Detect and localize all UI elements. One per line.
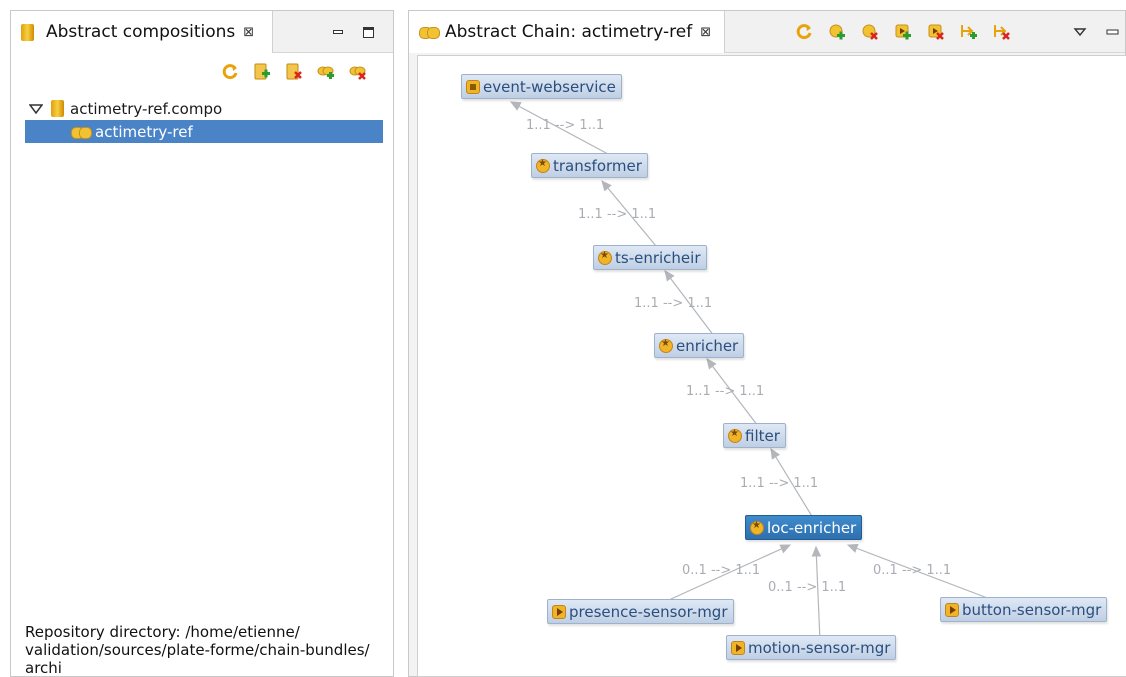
node-ts-enricheir[interactable]: ts-enricheir [593, 245, 707, 270]
expand-toggle-icon[interactable] [25, 102, 47, 116]
minimize-view-button[interactable] [329, 23, 347, 41]
maximize-icon [362, 26, 374, 38]
view-title: Abstract Chain: actimetry-ref [445, 22, 693, 42]
refresh-icon[interactable] [795, 23, 813, 41]
remove-node-icon[interactable] [861, 23, 879, 41]
sensor-component-icon [945, 602, 959, 617]
left-view-toolbar [221, 63, 367, 85]
input-component-icon [466, 79, 480, 94]
chain-graph-canvas[interactable]: event-webservice transformer ts-enrichei… [417, 55, 1126, 677]
processing-component-icon [536, 158, 550, 173]
left-view-tabbar: Abstract compositions ⊠ [11, 11, 393, 53]
tree-item-chain[interactable]: actimetry-ref [25, 120, 383, 143]
edge-label: 1..1 --> 1..1 [526, 118, 605, 133]
close-tab-icon[interactable]: ⊠ [700, 25, 711, 40]
processing-component-icon [598, 250, 612, 265]
new-composition-icon[interactable] [253, 63, 271, 81]
node-event-webservice[interactable]: event-webservice [461, 74, 622, 99]
remove-input-icon[interactable] [927, 23, 945, 41]
add-link-icon[interactable] [960, 23, 978, 41]
tree-item-label: actimetry-ref.compo [70, 99, 223, 118]
node-button-sensor-mgr[interactable]: button-sensor-mgr [940, 597, 1108, 622]
remove-chain-icon[interactable] [349, 63, 367, 81]
node-filter[interactable]: filter [723, 423, 786, 448]
delete-composition-icon[interactable] [285, 63, 303, 81]
abstract-compositions-view: Abstract compositions ⊠ actimetry-ref.co… [10, 10, 394, 677]
sensor-component-icon [552, 604, 566, 619]
add-node-icon[interactable] [828, 23, 846, 41]
repository-directory-text: Repository directory: /home/etienne/ val… [25, 623, 370, 677]
jar-icon [21, 23, 34, 41]
node-motion-sensor-mgr[interactable]: motion-sensor-mgr [726, 635, 897, 660]
jar-icon [51, 100, 64, 117]
refresh-icon[interactable] [221, 63, 239, 81]
minimize-icon [333, 30, 343, 34]
remove-link-icon[interactable] [993, 23, 1011, 41]
tab-abstract-chain[interactable]: Abstract Chain: actimetry-ref ⊠ [409, 11, 725, 53]
tree-item-compo-file[interactable]: actimetry-ref.compo [25, 97, 383, 120]
right-view-toolbar [795, 23, 1126, 41]
edge-label: 1..1 --> 1..1 [634, 296, 713, 311]
node-enricher[interactable]: enricher [654, 333, 745, 358]
composition-tree: actimetry-ref.compo actimetry-ref [25, 97, 383, 143]
processing-component-icon [750, 520, 764, 535]
edge-label: 0..1 --> 1..1 [768, 580, 847, 595]
view-title: Abstract compositions [46, 22, 236, 42]
view-menu-icon[interactable] [1071, 23, 1089, 41]
node-transformer[interactable]: transformer [531, 153, 648, 178]
add-input-icon[interactable] [894, 23, 912, 41]
close-tab-icon[interactable]: ⊠ [243, 25, 254, 40]
tab-abstract-compositions[interactable]: Abstract compositions ⊠ [11, 11, 273, 53]
edge-label: 0..1 --> 1..1 [682, 563, 761, 578]
chain-icon [71, 126, 92, 139]
tree-item-label: actimetry-ref [95, 122, 193, 141]
edge-label: 1..1 --> 1..1 [578, 207, 657, 222]
chain-icon [419, 27, 440, 39]
add-chain-icon[interactable] [317, 63, 335, 81]
minimize-icon[interactable] [1104, 23, 1122, 41]
edge-label: 0..1 --> 1..1 [873, 563, 952, 578]
processing-component-icon [659, 338, 673, 353]
sensor-component-icon [731, 640, 745, 655]
abstract-chain-view: Abstract Chain: actimetry-ref ⊠ event-we… [408, 10, 1126, 677]
node-presence-sensor-mgr[interactable]: presence-sensor-mgr [547, 599, 734, 624]
right-view-tabbar: Abstract Chain: actimetry-ref ⊠ [409, 11, 1125, 53]
edge-label: 1..1 --> 1..1 [686, 384, 765, 399]
node-loc-enricher[interactable]: loc-enricher [745, 515, 863, 540]
processing-component-icon [728, 428, 742, 443]
maximize-view-button[interactable] [359, 23, 377, 41]
edge-label: 1..1 --> 1..1 [740, 476, 819, 491]
